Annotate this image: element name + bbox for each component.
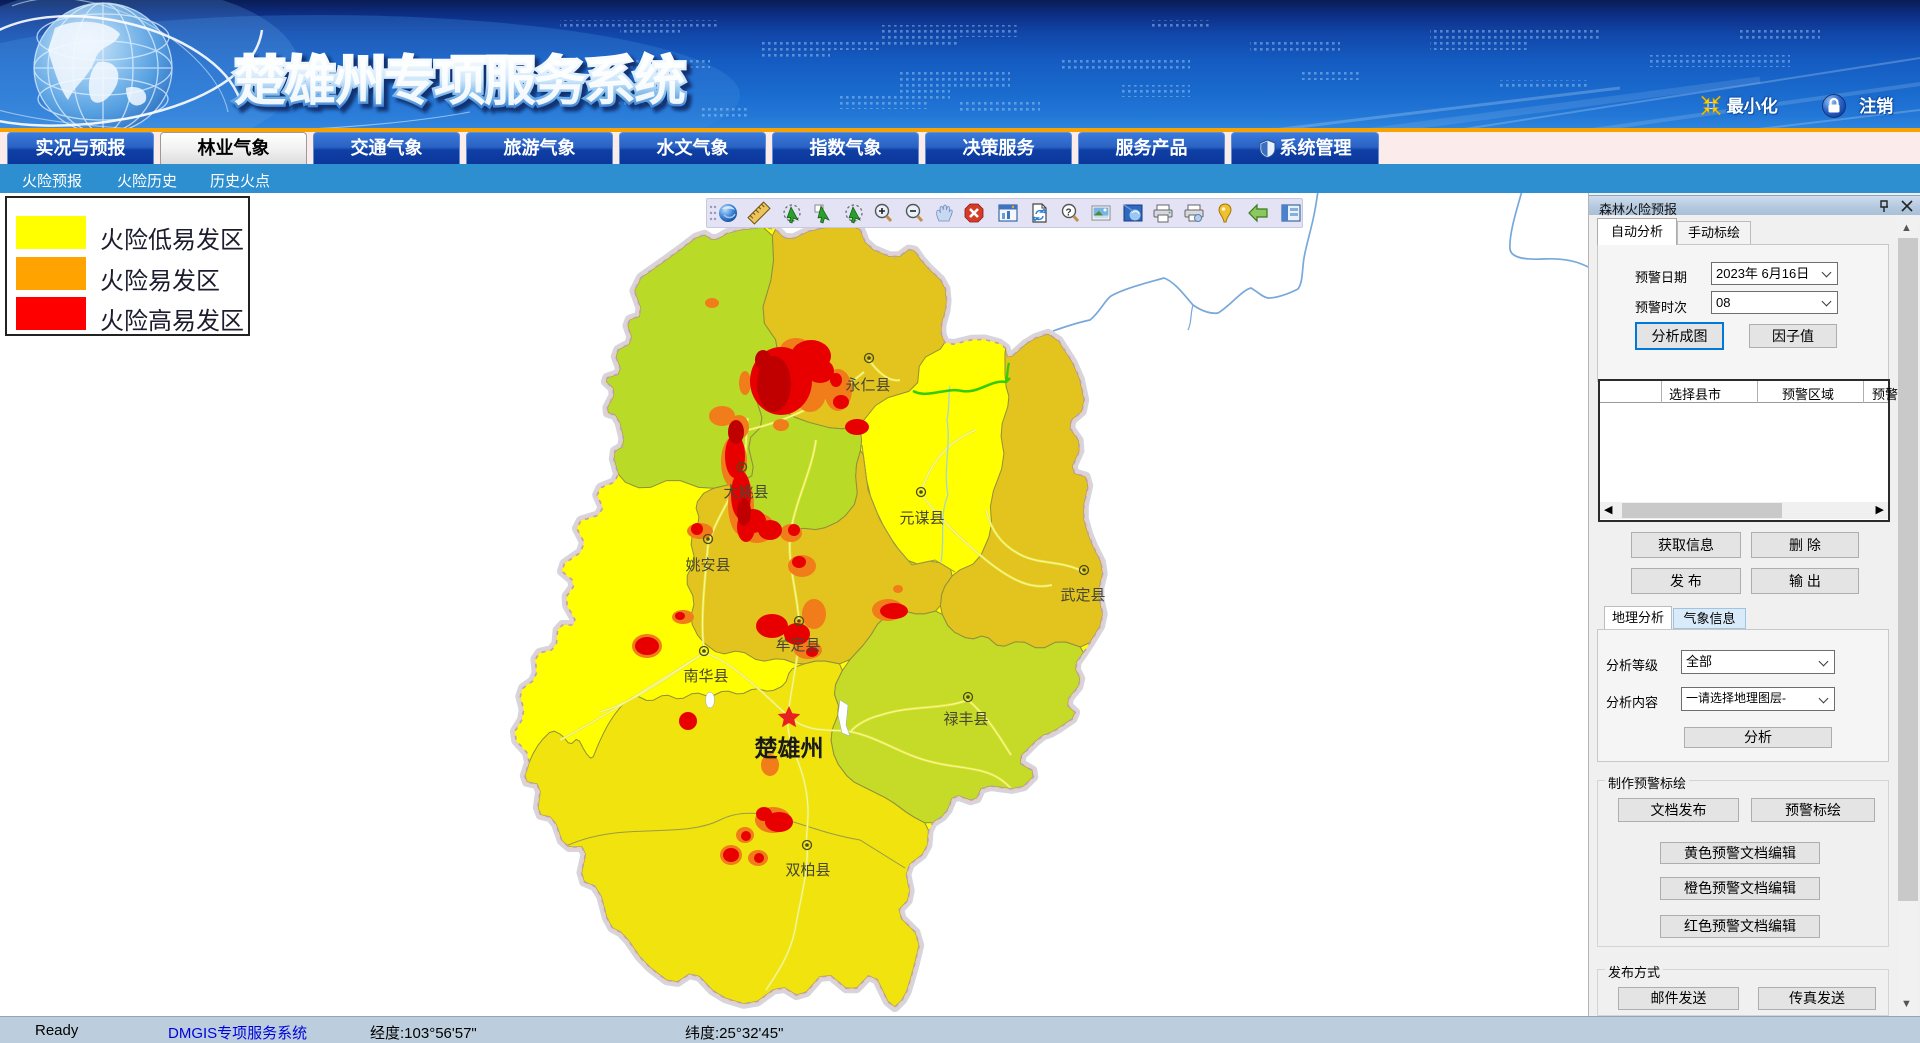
svg-text:牟定县: 牟定县	[775, 637, 820, 654]
svg-text:大姚县: 大姚县	[723, 484, 768, 501]
svg-text:楚雄州专项服务系统: 楚雄州专项服务系统	[234, 54, 686, 112]
svg-text:双柏县: 双柏县	[785, 862, 830, 879]
svg-text:?: ?	[1066, 208, 1072, 219]
svg-text:姚安县: 姚安县	[685, 557, 730, 574]
svg-text:元谋县: 元谋县	[899, 510, 944, 527]
svg-text:楚雄州: 楚雄州	[755, 735, 824, 761]
svg-text:永仁县: 永仁县	[845, 377, 890, 394]
svg-text:禄丰县: 禄丰县	[943, 711, 988, 728]
svg-text:武定县: 武定县	[1060, 587, 1105, 604]
svg-text:南华县: 南华县	[683, 668, 728, 685]
